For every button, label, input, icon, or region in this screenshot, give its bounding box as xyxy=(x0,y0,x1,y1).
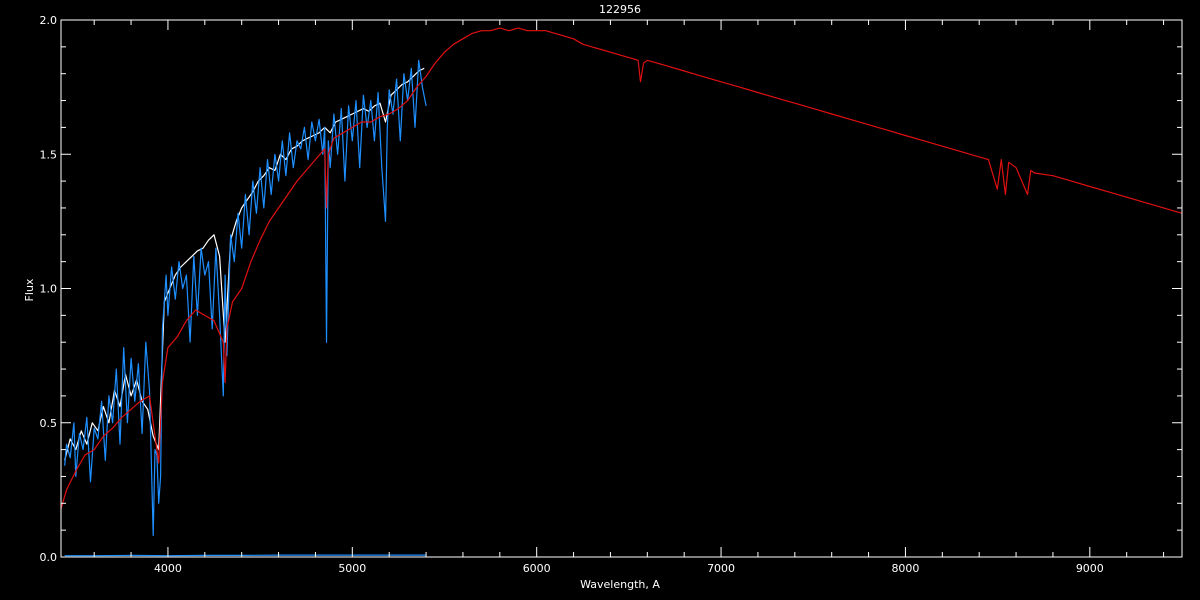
y-axis-label: Flux xyxy=(23,278,36,301)
x-tick-label: 9000 xyxy=(1076,562,1104,575)
x-axis-label: Wavelength, A xyxy=(580,578,660,591)
chart-title: 122956 xyxy=(599,3,641,16)
y-tick-label: 0.0 xyxy=(40,551,58,564)
x-tick-label: 4000 xyxy=(154,562,182,575)
x-tick-label: 8000 xyxy=(891,562,919,575)
y-tick-label: 2.0 xyxy=(40,14,58,27)
spectrum-chart: 122956 Wavelength, A Flux 4000 5000 6000 70… xyxy=(0,0,1200,600)
series-line-3 xyxy=(64,554,427,557)
x-tick-label: 7000 xyxy=(707,562,735,575)
y-tick-label: 1.0 xyxy=(40,283,58,296)
y-tick-label: 1.5 xyxy=(40,148,58,161)
chart-background xyxy=(0,0,1200,600)
x-tick-label: 6000 xyxy=(523,562,551,575)
x-tick-label: 5000 xyxy=(338,562,366,575)
y-tick-label: 0.5 xyxy=(40,417,58,430)
